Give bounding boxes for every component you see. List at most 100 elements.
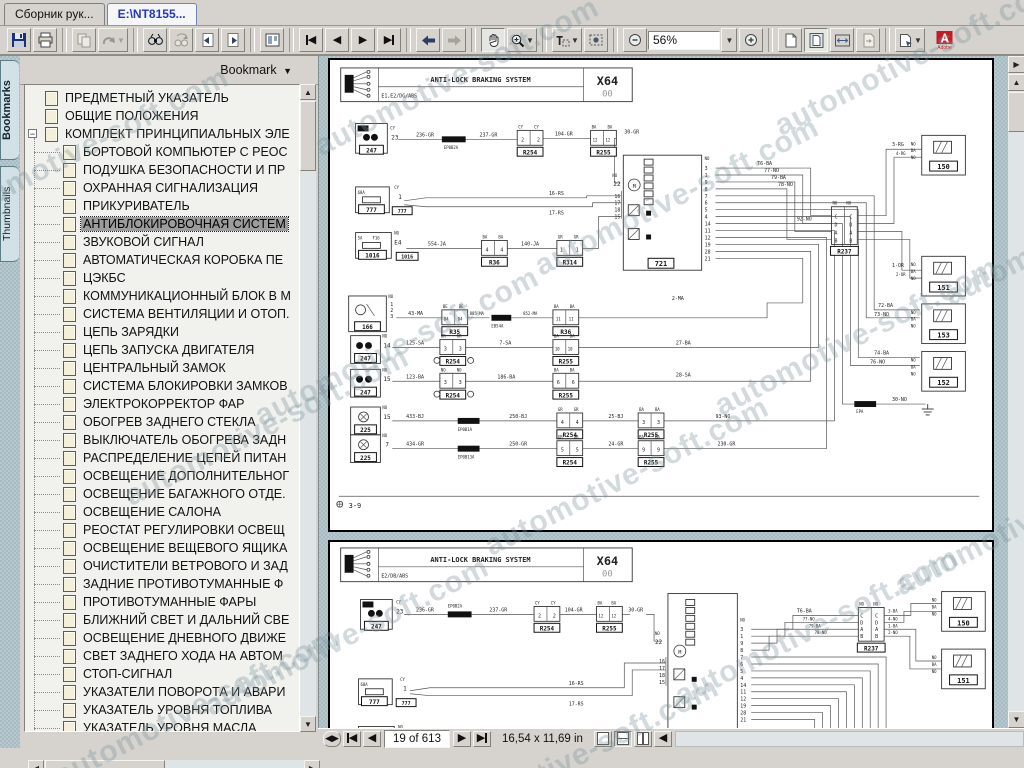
bookmark-item[interactable]: КОММУНИКАЦИОННЫЙ БЛОК В М	[25, 287, 299, 305]
status-next-page-button[interactable]: ▶	[453, 731, 471, 747]
adobe-branding[interactable]: Adobe	[936, 31, 953, 50]
scroll-thumb[interactable]	[300, 101, 316, 171]
hand-tool-button[interactable]	[481, 28, 505, 52]
fit-in-window-button[interactable]	[804, 28, 828, 52]
bookmark-item[interactable]: РАСПРЕДЕЛЕНИЕ ЦЕПЕЙ ПИТАН	[25, 449, 299, 467]
bookmark-item[interactable]: ОБЩИЕ ПОЛОЖЕНИЯ	[25, 107, 299, 125]
fit-width-button[interactable]	[830, 28, 854, 52]
scroll-up-button[interactable]: ▲	[1008, 74, 1024, 91]
document-vertical-scrollbar[interactable]: ▶ ▲ ▼	[1008, 56, 1024, 728]
scroll-down-button[interactable]: ▼	[1008, 711, 1024, 728]
copy-button[interactable]	[72, 28, 96, 52]
bookmark-item[interactable]: УКАЗАТЕЛЬ УРОВНЯ ТОПЛИВА	[25, 701, 299, 719]
scroll-left-button[interactable]: ◀	[28, 760, 44, 768]
snapshot-tool-button[interactable]	[584, 28, 608, 52]
bookmark-item[interactable]: ЦЕНТРАЛЬНЫЙ ЗАМОК	[25, 359, 299, 377]
tab-bookmarks[interactable]: Bookmarks	[0, 60, 19, 160]
previous-page-button[interactable]: ◀	[325, 28, 349, 52]
undo-button[interactable]: ▼	[98, 28, 128, 52]
find-again-button[interactable]	[169, 28, 193, 52]
save-button[interactable]	[7, 28, 31, 52]
bookmark-item[interactable]: ПРЕДМЕТНЫЙ УКАЗАТЕЛЬ	[25, 89, 299, 107]
bookmark-item[interactable]: ЦЕПЬ ЗАПУСКА ДВИГАТЕЛЯ	[25, 341, 299, 359]
panel-expand-button[interactable]: ▶	[1008, 56, 1024, 73]
bookmark-item[interactable]: −КОМПЛЕКТ ПРИНЦИПИАЛЬНЫХ ЭЛЕ	[25, 125, 299, 143]
find-button[interactable]	[143, 28, 167, 52]
bookmarks-vertical-scrollbar[interactable]: ▲ ▼	[300, 84, 316, 732]
bookmark-item[interactable]: АВТОМАТИЧЕСКАЯ КОРОБКА ПЕ	[25, 251, 299, 269]
bookmark-page-icon	[63, 253, 76, 268]
bookmark-item[interactable]: РЕОСТАТ РЕГУЛИРОВКИ ОСВЕЩ	[25, 521, 299, 539]
continuous-facing-layout-button[interactable]	[634, 731, 652, 747]
bookmark-item[interactable]: БЛИЖНИЙ СВЕТ И ДАЛЬНИЙ СВЕ	[25, 611, 299, 629]
scroll-right-button[interactable]: ▶	[304, 760, 320, 768]
text-select-tool-button[interactable]: T▼	[552, 28, 582, 52]
wire-label: 3	[444, 380, 447, 386]
bookmark-item[interactable]: ОСВЕЩЕНИЕ САЛОНА	[25, 503, 299, 521]
go-forward-button[interactable]	[442, 28, 466, 52]
bookmark-item[interactable]: ВЫКЛЮЧАТЕЛЬ ОБОГРЕВА ЗАДН	[25, 431, 299, 449]
bookmark-item[interactable]: ПРИКУРИВАТЕЛЬ	[25, 197, 299, 215]
page-1[interactable]: ANTI-LOCK BRAKING SYSTEME1,E2/DG/ABSX640…	[328, 58, 994, 532]
bookmark-item[interactable]: ЦЭКБС	[25, 269, 299, 287]
window-tab-collection[interactable]: Сборник рук...	[4, 3, 105, 25]
actual-size-button[interactable]	[778, 28, 802, 52]
bookmark-item[interactable]: ОЧИСТИТЕЛИ ВЕТРОВОГО И ЗАД	[25, 557, 299, 575]
status-previous-page-button[interactable]: ◀	[363, 731, 381, 747]
bookmark-item[interactable]: СТОП-СИГНАЛ	[25, 665, 299, 683]
single-page-layout-button[interactable]	[594, 731, 612, 747]
bookmark-item[interactable]: СИСТЕМА ВЕНТИЛЯЦИИ И ОТОП.	[25, 305, 299, 323]
bookmark-menu-button[interactable]: Bookmark ▼	[220, 63, 292, 77]
zoom-level-field[interactable]: 56%	[648, 31, 720, 50]
article-button[interactable]	[260, 28, 284, 52]
scroll-up-button[interactable]: ▲	[300, 84, 316, 100]
zoom-out-button[interactable]	[623, 28, 647, 52]
scroll-thumb[interactable]	[45, 760, 165, 768]
document-area[interactable]: ANTI-LOCK BRAKING SYSTEME1,E2/DG/ABSX640…	[318, 56, 1024, 728]
bookmark-item[interactable]: ОСВЕЩЕНИЕ ДОПОЛНИТЕЛЬНОГ	[25, 467, 299, 485]
bookmark-item[interactable]: ЗВУКОВОЙ СИГНАЛ	[25, 233, 299, 251]
reflow-button[interactable]	[856, 28, 880, 52]
bookmark-item[interactable]: ЦЕПЬ ЗАРЯДКИ	[25, 323, 299, 341]
scroll-down-button[interactable]: ▼	[300, 716, 316, 732]
bookmark-item[interactable]: ОСВЕЩЕНИЕ ДНЕВНОГО ДВИЖЕ	[25, 629, 299, 647]
bookmark-item[interactable]: ОБОГРЕВ ЗАДНЕГО СТЕКЛА	[25, 413, 299, 431]
bookmark-item[interactable]: ОХРАННАЯ СИГНАЛИЗАЦИЯ	[25, 179, 299, 197]
scroll-thumb[interactable]	[1008, 92, 1024, 132]
pane-toggle-button[interactable]: ◀▶	[323, 731, 341, 747]
bookmark-item[interactable]: СВЕТ ЗАДНЕГО ХОДА НА АВТОМ	[25, 647, 299, 665]
tab-thumbnails[interactable]: Thumbnails	[0, 166, 19, 262]
bookmark-item[interactable]: БОРТОВОЙ КОМПЬЮТЕР С РЕОС	[25, 143, 299, 161]
bookmark-item[interactable]: ЭЛЕКТРОКОРРЕКТОР ФАР	[25, 395, 299, 413]
page-2[interactable]: ANTI-LOCK BRAKING SYSTEME2/DB/ABSX640024…	[328, 540, 994, 728]
continuous-layout-button[interactable]	[614, 731, 632, 747]
last-page-button[interactable]: ▶	[377, 28, 401, 52]
hscroll-left-button[interactable]: ◀	[654, 731, 672, 747]
bookmark-item[interactable]: АНТИБЛОКИРОВОЧНАЯ СИСТЕМ	[25, 215, 299, 233]
bookmark-item[interactable]: ОСВЕЩЕНИЕ ВЕЩЕВОГО ЯЩИКА	[25, 539, 299, 557]
zoom-level-dropdown[interactable]: ▼	[721, 28, 737, 52]
previous-highlight-button[interactable]	[195, 28, 219, 52]
document-horizontal-scrollbar[interactable]	[675, 731, 1024, 747]
print-button[interactable]	[33, 28, 57, 52]
next-page-button[interactable]: ▶	[351, 28, 375, 52]
bookmark-item[interactable]: СИСТЕМА БЛОКИРОВКИ ЗАМКОВ	[25, 377, 299, 395]
next-highlight-button[interactable]	[221, 28, 245, 52]
first-page-button[interactable]: ◀	[299, 28, 323, 52]
window-tab-file[interactable]: E:\NT8155...	[107, 3, 197, 25]
bookmark-item[interactable]: ПОДУШКА БЕЗОПАСНОСТИ И ПР	[25, 161, 299, 179]
create-form-button[interactable]: ▼	[895, 28, 925, 52]
zoom-tool-button[interactable]: ▼	[507, 28, 537, 52]
collapse-minus-icon[interactable]: −	[28, 129, 37, 138]
bookmark-item[interactable]: УКАЗАТЕЛИ ПОВОРОТА И АВАРИ	[25, 683, 299, 701]
go-back-button[interactable]	[416, 28, 440, 52]
bookmark-item[interactable]: УКАЗАТЕЛЬ УРОВНЯ МАСЛА	[25, 719, 299, 732]
bookmark-item[interactable]: ЗАДНИЕ ПРОТИВОТУМАННЫЕ Ф	[25, 575, 299, 593]
status-first-page-button[interactable]: ◀	[343, 731, 361, 747]
bookmarks-horizontal-scrollbar[interactable]: ◀ ▶	[28, 760, 320, 768]
bookmark-item[interactable]: ПРОТИВОТУМАННЫЕ ФАРЫ	[25, 593, 299, 611]
bookmark-item[interactable]: ОСВЕЩЕНИЕ БАГАЖНОГО ОТДЕ.	[25, 485, 299, 503]
status-last-page-button[interactable]: ▶	[473, 731, 491, 747]
page-indicator-field[interactable]: 19 of 613	[384, 730, 450, 748]
zoom-in-button[interactable]	[739, 28, 763, 52]
